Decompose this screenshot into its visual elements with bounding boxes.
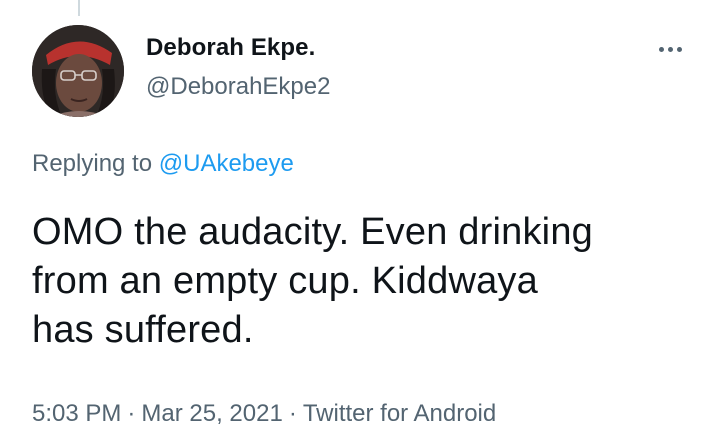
tweet-date[interactable]: Mar 25, 2021 <box>141 400 282 427</box>
tweet-text-line: has suffered. <box>32 309 254 351</box>
tweet-text-line: OMO the audacity. Even drinking <box>32 211 593 253</box>
more-horizontal-icon-dot <box>667 46 673 52</box>
tweet-metadata: 5:03 PM · Mar 25, 2021 · Twitter for Android <box>32 400 496 428</box>
avatar-image <box>32 25 124 117</box>
more-options-button[interactable] <box>650 34 690 64</box>
replying-to: Replying to @UAkebeye <box>32 150 294 178</box>
more-horizontal-icon-dot <box>676 46 682 52</box>
avatar[interactable] <box>32 25 124 117</box>
tweet-text: OMO the audacity. Even drinking from an … <box>32 208 692 355</box>
tweet-time[interactable]: 5:03 PM <box>32 400 121 427</box>
more-horizontal-icon <box>658 46 664 52</box>
display-name[interactable]: Deborah Ekpe. <box>146 34 315 62</box>
thread-connector-line <box>78 0 80 16</box>
user-handle[interactable]: @DeborahEkpe2 <box>146 73 330 101</box>
replying-to-label: Replying to <box>32 150 153 177</box>
reply-mention-link[interactable]: @UAkebeye <box>159 150 294 177</box>
meta-separator: · <box>127 400 136 427</box>
tweet-source[interactable]: Twitter for Android <box>303 400 496 427</box>
tweet-text-line: from an empty cup. Kiddwaya <box>32 260 538 302</box>
meta-separator: · <box>288 400 297 427</box>
